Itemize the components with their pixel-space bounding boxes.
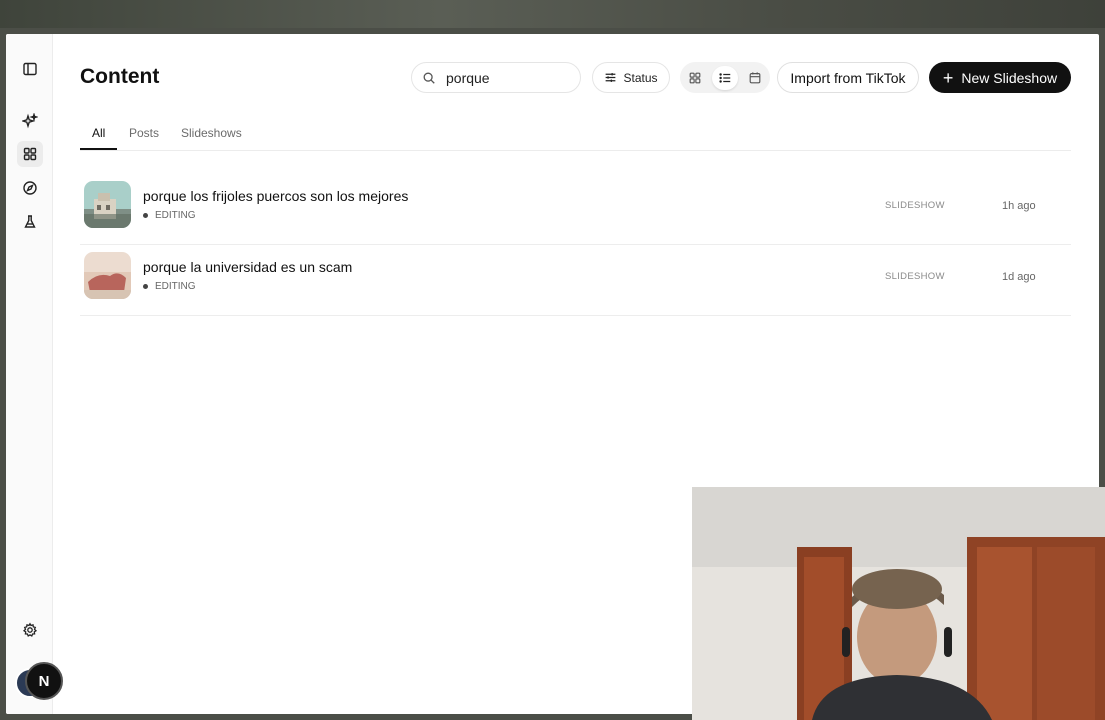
item-type: SLIDESHOW: [885, 200, 945, 211]
avatar[interactable]: N: [25, 662, 63, 700]
active-tab-indicator: [80, 148, 117, 150]
gear-icon[interactable]: [17, 617, 43, 643]
sparkles-icon[interactable]: [17, 108, 43, 134]
status-label: EDITING: [155, 210, 196, 221]
item-type: SLIDESHOW: [885, 271, 945, 282]
content-tabs: All Posts Slideshows: [80, 120, 1071, 151]
status-label: EDITING: [155, 281, 196, 292]
tab-posts[interactable]: Posts: [129, 126, 159, 140]
grid-view-icon: [689, 72, 701, 83]
tab-slideshows[interactable]: Slideshows: [181, 126, 242, 140]
sidebar: N: [6, 34, 63, 714]
status-badge: EDITING: [143, 210, 196, 221]
item-title[interactable]: porque los frijoles puercos son los mejo…: [143, 188, 408, 204]
status-dot: [143, 213, 148, 218]
view-switcher: [680, 62, 770, 93]
search-input[interactable]: [444, 68, 568, 87]
webcam-overlay: [692, 487, 1105, 720]
compass-icon[interactable]: [17, 175, 43, 201]
page-title: Content: [80, 65, 160, 88]
user-avatar-group[interactable]: N: [15, 662, 63, 702]
new-slideshow-button[interactable]: + New Slideshow: [929, 62, 1071, 93]
item-timestamp: 1d ago: [1002, 271, 1036, 283]
item-thumbnail: [84, 252, 131, 299]
grid-view-button[interactable]: [682, 66, 708, 90]
sliders-icon: [606, 73, 616, 82]
status-filter-button[interactable]: Status: [592, 62, 670, 93]
status-badge: EDITING: [143, 281, 196, 292]
grid-icon[interactable]: [17, 141, 43, 167]
search-icon: [423, 72, 435, 84]
status-dot: [143, 284, 148, 289]
search-box[interactable]: [411, 62, 581, 93]
import-tiktok-button[interactable]: Import from TikTok: [777, 62, 919, 93]
list-view-button[interactable]: [712, 65, 738, 90]
new-slideshow-label: New Slideshow: [961, 69, 1058, 86]
os-menubar: [0, 0, 1105, 28]
tab-all[interactable]: All: [92, 126, 105, 140]
list-item[interactable]: porque la universidad es un scam EDITING…: [80, 244, 1071, 316]
calendar-view-button[interactable]: [742, 66, 768, 90]
item-timestamp: 1h ago: [1002, 200, 1036, 212]
flask-icon[interactable]: [17, 209, 43, 235]
list-item[interactable]: porque los frijoles puercos son los mejo…: [80, 173, 1071, 245]
list-view-icon: [719, 72, 731, 83]
status-filter-label: Status: [623, 70, 658, 85]
calendar-icon: [749, 71, 761, 83]
sidebar-toggle-icon[interactable]: [17, 56, 43, 82]
item-title[interactable]: porque la universidad es un scam: [143, 259, 352, 275]
plus-icon: +: [942, 67, 954, 88]
item-thumbnail: [84, 181, 131, 228]
